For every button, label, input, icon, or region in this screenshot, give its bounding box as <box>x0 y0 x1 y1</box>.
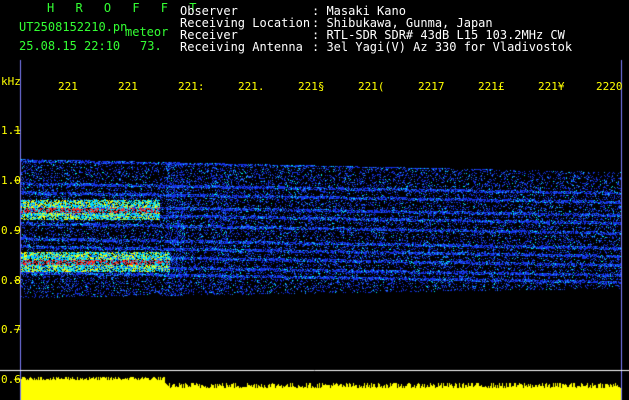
x-tick-9: 2220 <box>596 80 623 93</box>
y-tick-5: 0.6 <box>1 373 21 386</box>
file-name: UT2508152210.pn <box>19 20 128 34</box>
antenna-value: : 3el Yagi(V) Az 330 for Vladivostok <box>312 40 573 54</box>
x-tick-1: 221 <box>118 80 138 93</box>
antenna-label: Receiving Antenna <box>180 40 303 54</box>
x-tick-5: 221( <box>358 80 385 93</box>
x-tick-4: 221§ <box>298 80 325 93</box>
file-suffix: meteor <box>125 25 169 39</box>
spectrogram-canvas <box>0 0 629 400</box>
x-tick-0: 221 <box>58 80 78 93</box>
y-tick-3: 0.8 <box>1 274 21 287</box>
x-tick-8: 221¥ <box>538 80 565 93</box>
y-tick-1: 1.0 <box>1 174 21 187</box>
axis-unit-label: kHz <box>1 75 21 88</box>
x-tick-6: 2217 <box>418 80 445 93</box>
y-tick-4: 0.7 <box>1 323 21 336</box>
y-tick-0: 1.1 <box>1 124 21 137</box>
count-label: 73. <box>140 39 162 53</box>
x-tick-7: 221£ <box>478 80 505 93</box>
x-tick-2: 221: <box>178 80 205 93</box>
y-tick-2: 0.9 <box>1 224 21 237</box>
x-tick-3: 221. <box>238 80 265 93</box>
datetime-label: 25.08.15 22:10 <box>19 39 121 53</box>
